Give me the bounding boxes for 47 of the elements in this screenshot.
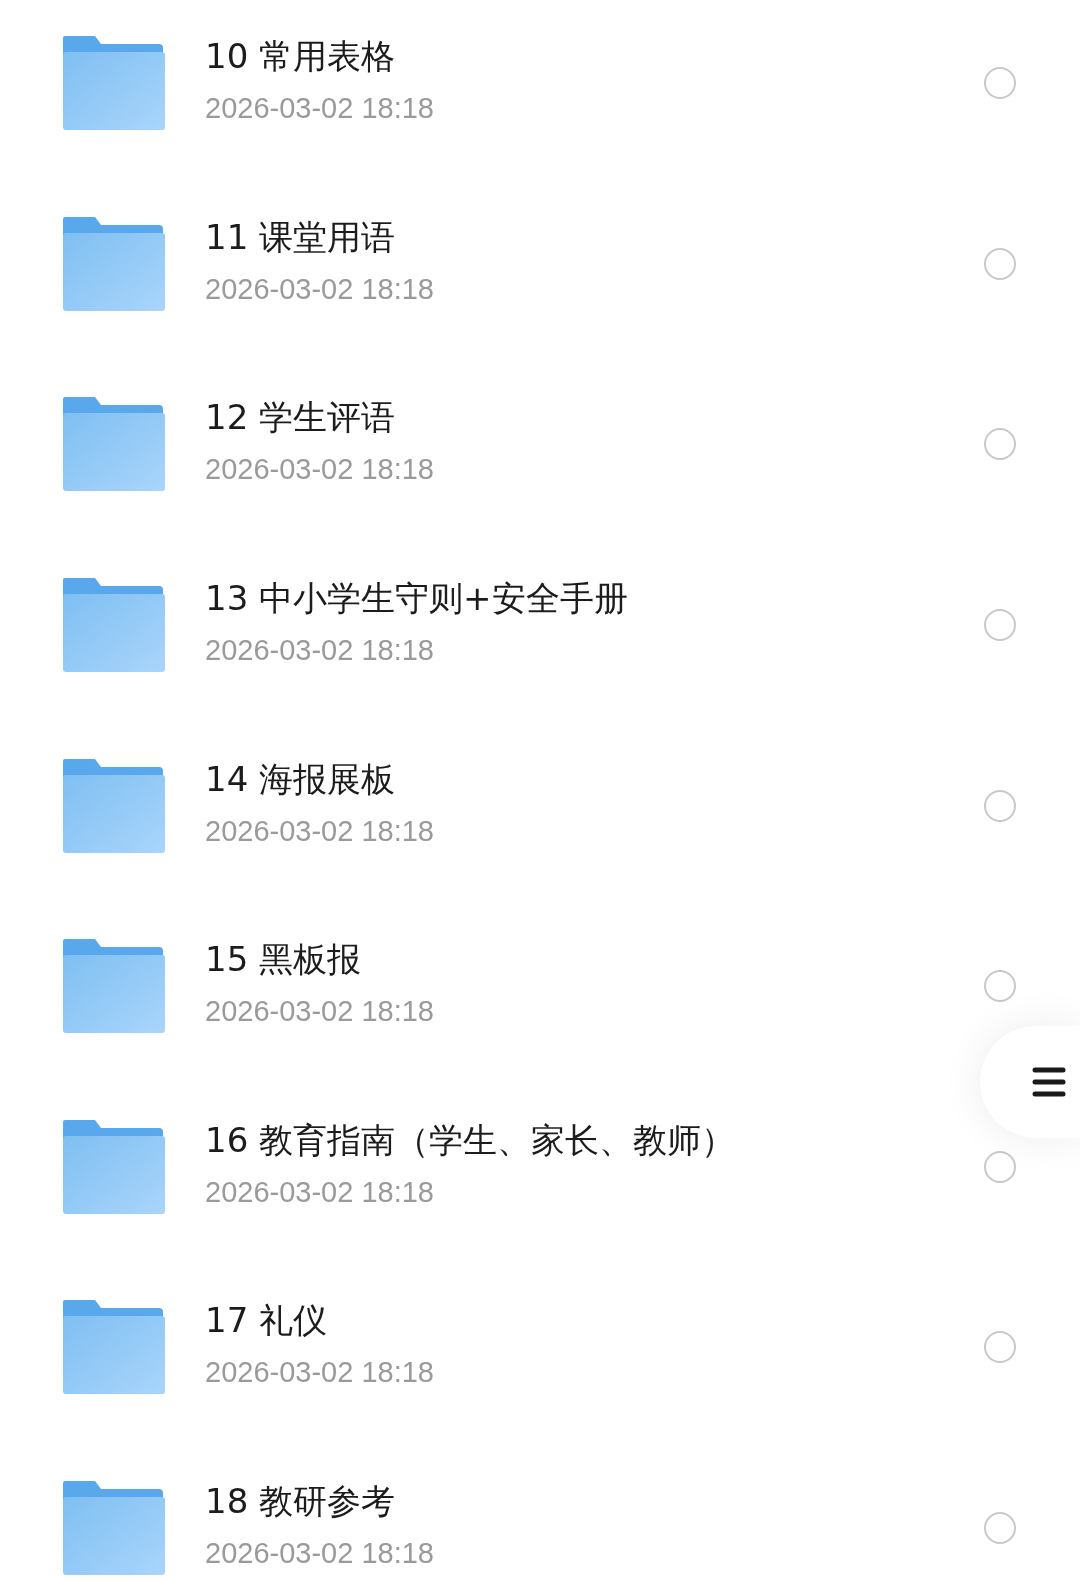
select-radio[interactable] — [984, 247, 1016, 280]
folder-item[interactable]: 17 礼仪 2026-03-02 18:18 — [0, 1257, 1080, 1438]
folder-name: 14 海报展板 — [205, 757, 397, 801]
modified-date: 2026-03-02 18:18 — [205, 1355, 435, 1391]
folder-name: 17 礼仪 — [205, 1299, 329, 1343]
folder-item[interactable]: 10 常用表格 2026-03-02 18:18 — [0, 0, 1080, 174]
menu-icon — [1032, 1065, 1066, 1099]
folder-item[interactable]: 14 海报展板 2026-03-02 18:18 — [0, 715, 1080, 896]
select-radio[interactable] — [984, 1331, 1016, 1364]
folder-item[interactable]: 15 黑板报 2026-03-02 18:18 — [0, 895, 1080, 1077]
folder-icon — [63, 939, 165, 1034]
folder-name: 16 教育指南（学生、家长、教师） — [205, 1118, 737, 1162]
folder-icon — [63, 36, 165, 131]
folder-item[interactable]: 13 中小学生守则+安全手册 2026-03-02 18:18 — [0, 534, 1080, 716]
modified-date: 2026-03-02 18:18 — [205, 271, 435, 307]
folder-icon — [63, 1119, 165, 1214]
select-radio[interactable] — [984, 970, 1016, 1003]
folder-item[interactable]: 18 教研参考 2026-03-02 18:18 — [0, 1437, 1080, 1582]
folder-icon — [63, 1481, 165, 1576]
folder-icon — [63, 758, 165, 853]
select-radio[interactable] — [984, 609, 1016, 642]
folder-name: 15 黑板报 — [205, 938, 363, 982]
folder-name: 11 课堂用语 — [205, 215, 397, 259]
modified-date: 2026-03-02 18:18 — [205, 813, 435, 849]
select-radio[interactable] — [984, 67, 1016, 100]
folder-icon — [63, 1300, 165, 1395]
select-radio[interactable] — [984, 789, 1016, 822]
modified-date: 2026-03-02 18:18 — [205, 633, 435, 669]
modified-date: 2026-03-02 18:18 — [205, 1174, 435, 1210]
modified-date: 2026-03-02 18:18 — [205, 91, 435, 127]
select-radio[interactable] — [984, 1512, 1016, 1545]
folder-icon — [63, 397, 165, 492]
folder-item[interactable]: 11 课堂用语 2026-03-02 18:18 — [0, 173, 1080, 355]
folder-item[interactable]: 12 学生评语 2026-03-02 18:18 — [0, 354, 1080, 535]
folder-name: 10 常用表格 — [205, 35, 397, 79]
folder-name: 13 中小学生守则+安全手册 — [205, 577, 629, 621]
folder-name: 18 教研参考 — [205, 1480, 397, 1524]
folder-name: 12 学生评语 — [205, 396, 397, 440]
select-radio[interactable] — [984, 1150, 1016, 1183]
folder-item[interactable]: 16 教育指南（学生、家长、教师） 2026-03-02 18:18 — [0, 1076, 1080, 1258]
modified-date: 2026-03-02 18:18 — [205, 994, 435, 1030]
modified-date: 2026-03-02 18:18 — [205, 1536, 435, 1572]
floating-menu-button[interactable] — [980, 1026, 1080, 1138]
modified-date: 2026-03-02 18:18 — [205, 452, 435, 488]
folder-icon — [63, 578, 165, 673]
folder-icon — [63, 216, 165, 311]
select-radio[interactable] — [984, 428, 1016, 461]
